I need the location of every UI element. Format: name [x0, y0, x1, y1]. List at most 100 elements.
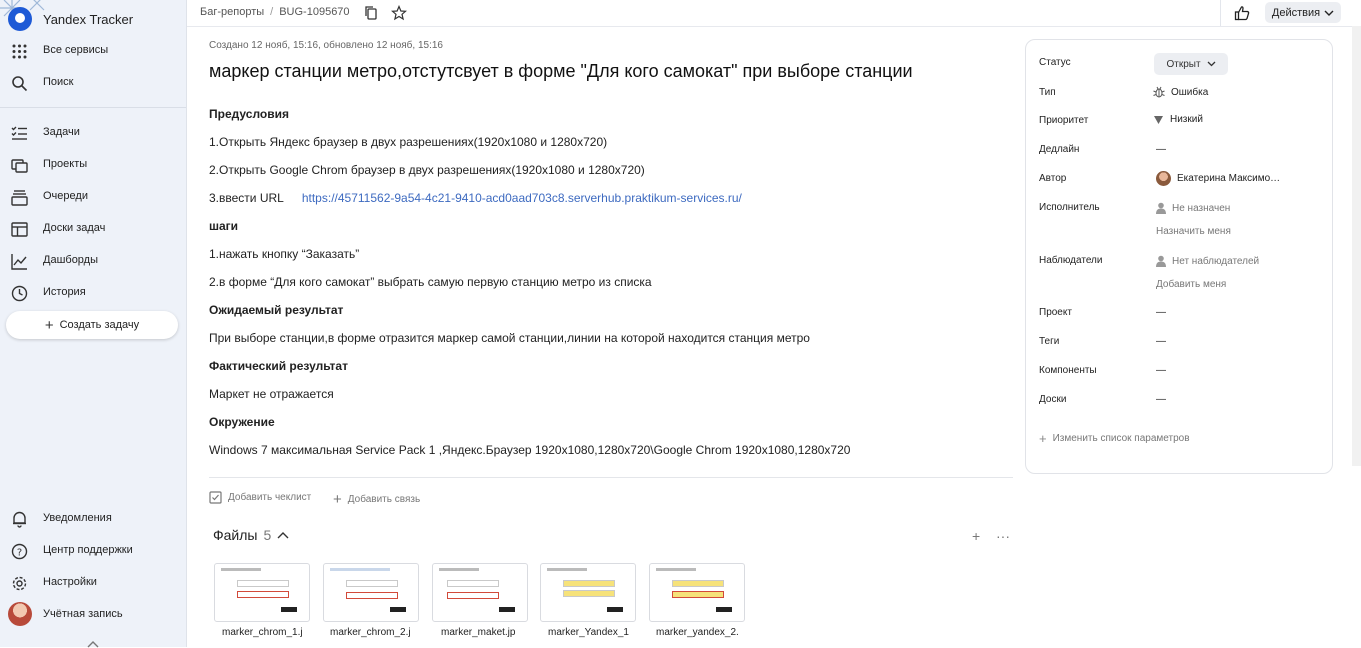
- param-value-author[interactable]: Екатерина Максимо…: [1156, 171, 1280, 186]
- thumb-field: [563, 580, 615, 587]
- files-label: Файлы: [213, 527, 258, 543]
- file-thumbnail[interactable]: [649, 563, 745, 622]
- add-link-button[interactable]: + Добавить связь: [333, 491, 420, 508]
- sidebar-item-label: Очереди: [43, 190, 88, 202]
- bug-icon: [1153, 86, 1165, 98]
- thumb-field-highlight: [447, 592, 499, 599]
- file-thumbnail[interactable]: [432, 563, 528, 622]
- issue-title[interactable]: маркер станции метро,отстутсвует в форме…: [209, 61, 913, 82]
- actions-dropdown[interactable]: Действия: [1265, 2, 1341, 23]
- projects-icon: [11, 159, 28, 173]
- description-line: 1.нажать кнопку “Заказать”: [209, 247, 360, 261]
- param-label-followers: Наблюдатели: [1039, 255, 1103, 266]
- gear-icon: [12, 576, 27, 591]
- user-icon: [1156, 202, 1166, 214]
- file-thumbnail[interactable]: [323, 563, 419, 622]
- file-name[interactable]: marker_Yandex_1: [548, 627, 629, 638]
- param-value-priority[interactable]: Низкий: [1153, 114, 1203, 125]
- sidebar-item-settings[interactable]: Настройки: [0, 569, 186, 597]
- thumb-field-highlight: [346, 592, 398, 599]
- sidebar-item-label: Учётная запись: [43, 608, 123, 620]
- section-heading: Фактический результат: [209, 359, 348, 373]
- thumb-header: [330, 568, 390, 571]
- grid-icon: [12, 44, 27, 59]
- chevron-down-icon: [1207, 61, 1215, 67]
- sidebar-item-search[interactable]: Поиск: [0, 69, 186, 97]
- sidebar-item-support[interactable]: ? Центр поддержки: [0, 537, 186, 565]
- sidebar-item-boards[interactable]: Доски задач: [0, 215, 186, 243]
- star-icon[interactable]: [391, 5, 407, 21]
- thumb-field-highlight: [672, 591, 724, 598]
- breadcrumb-issue-key[interactable]: BUG-1095670: [279, 6, 349, 18]
- app-name: Yandex Tracker: [43, 11, 134, 27]
- plus-icon: +: [44, 316, 54, 334]
- assign-me-link[interactable]: Назначить меня: [1156, 226, 1231, 237]
- add-file-icon[interactable]: +: [972, 528, 980, 544]
- brand[interactable]: Yandex Tracker: [8, 6, 133, 32]
- param-value-followers[interactable]: Нет наблюдателей: [1156, 255, 1259, 267]
- param-value-deadline[interactable]: —: [1156, 144, 1166, 155]
- breadcrumb: Баг-репорты / BUG-1095670: [200, 6, 350, 18]
- add-checklist-button[interactable]: Добавить чеклист: [209, 491, 311, 504]
- sidebar-item-label: Настройки: [43, 576, 97, 588]
- thumb-header: [221, 568, 261, 571]
- param-value-assignee[interactable]: Не назначен: [1156, 202, 1230, 214]
- avatar[interactable]: [8, 602, 32, 626]
- create-task-label: Создать задачу: [59, 319, 140, 331]
- file-name[interactable]: marker_yandex_2.: [656, 627, 739, 638]
- sidebar-item-notifications[interactable]: Уведомления: [0, 505, 186, 533]
- description-line: При выборе станции,в форме отразится мар…: [209, 331, 810, 345]
- create-task-button[interactable]: + Создать задачу: [6, 311, 178, 339]
- svg-text:?: ?: [17, 548, 22, 559]
- search-icon: [12, 76, 28, 92]
- status-value: Открыт: [1166, 58, 1201, 70]
- issue-meta: Создано 12 нояб, 15:16, обновлено 12 ноя…: [209, 40, 443, 51]
- sidebar-item-dashboards[interactable]: Дашборды: [0, 247, 186, 275]
- param-value-type[interactable]: Ошибка: [1153, 86, 1208, 98]
- param-value-boards[interactable]: —: [1156, 394, 1166, 405]
- more-icon[interactable]: ···: [996, 528, 1010, 544]
- sidebar-item-tasks[interactable]: Задачи: [0, 119, 186, 147]
- followers-value: Нет наблюдателей: [1172, 255, 1260, 267]
- files-header[interactable]: Файлы 5: [213, 527, 289, 543]
- description-line: 1.Открыть Яндекс браузер в двух разрешен…: [209, 135, 608, 149]
- files-count: 5: [263, 527, 272, 543]
- param-value-components[interactable]: —: [1156, 365, 1166, 376]
- scrollbar[interactable]: [1352, 26, 1361, 466]
- priority-low-icon: [1154, 115, 1163, 124]
- sidebar-item-projects[interactable]: Проекты: [0, 151, 186, 179]
- sidebar-item-all-services[interactable]: Все сервисы: [0, 37, 186, 65]
- thumb-field: [346, 580, 398, 587]
- file-name[interactable]: marker_chrom_1.j: [222, 627, 303, 638]
- param-value-project[interactable]: —: [1156, 307, 1166, 318]
- add-me-link[interactable]: Добавить меня: [1156, 279, 1226, 290]
- thumbs-up-icon[interactable]: [1234, 5, 1250, 21]
- param-label-components: Компоненты: [1039, 365, 1097, 376]
- assignee-value: Не назначен: [1172, 202, 1231, 214]
- sidebar-item-label: Уведомления: [43, 512, 112, 524]
- status-dropdown[interactable]: Открыт: [1154, 53, 1228, 75]
- sidebar-item-queues[interactable]: Очереди: [0, 183, 186, 211]
- edit-params-button[interactable]: + Изменить список параметров: [1039, 431, 1190, 446]
- sidebar: Yandex Tracker Все сервисы Поиск Задачи …: [0, 0, 187, 648]
- author-name: Екатерина Максимо…: [1177, 173, 1281, 184]
- copy-icon[interactable]: [363, 5, 379, 21]
- file-name[interactable]: marker_maket.jp: [441, 627, 515, 638]
- file-thumbnail[interactable]: [214, 563, 310, 622]
- breadcrumb-queue[interactable]: Баг-репорты: [200, 6, 264, 18]
- thumb-header: [439, 568, 479, 571]
- plus-icon: +: [333, 491, 342, 508]
- sidebar-item-history[interactable]: История: [0, 279, 186, 307]
- author-avatar: [1156, 171, 1171, 186]
- dashboards-icon: [11, 254, 27, 270]
- file-name[interactable]: marker_chrom_2.j: [330, 627, 411, 638]
- description-line: 2.Открыть Google Chrom браузер в двух ра…: [209, 163, 645, 177]
- content-divider: [209, 477, 1013, 478]
- chevron-up-icon[interactable]: [277, 531, 289, 539]
- file-thumbnail[interactable]: [540, 563, 636, 622]
- url-link[interactable]: https://45711562-9a54-4c21-9410-acd0aad7…: [302, 191, 742, 205]
- queues-icon: [11, 190, 28, 206]
- tracker-logo-icon: [8, 7, 32, 31]
- description-line: Маркет не отражается: [209, 387, 334, 401]
- param-value-tags[interactable]: —: [1156, 336, 1166, 347]
